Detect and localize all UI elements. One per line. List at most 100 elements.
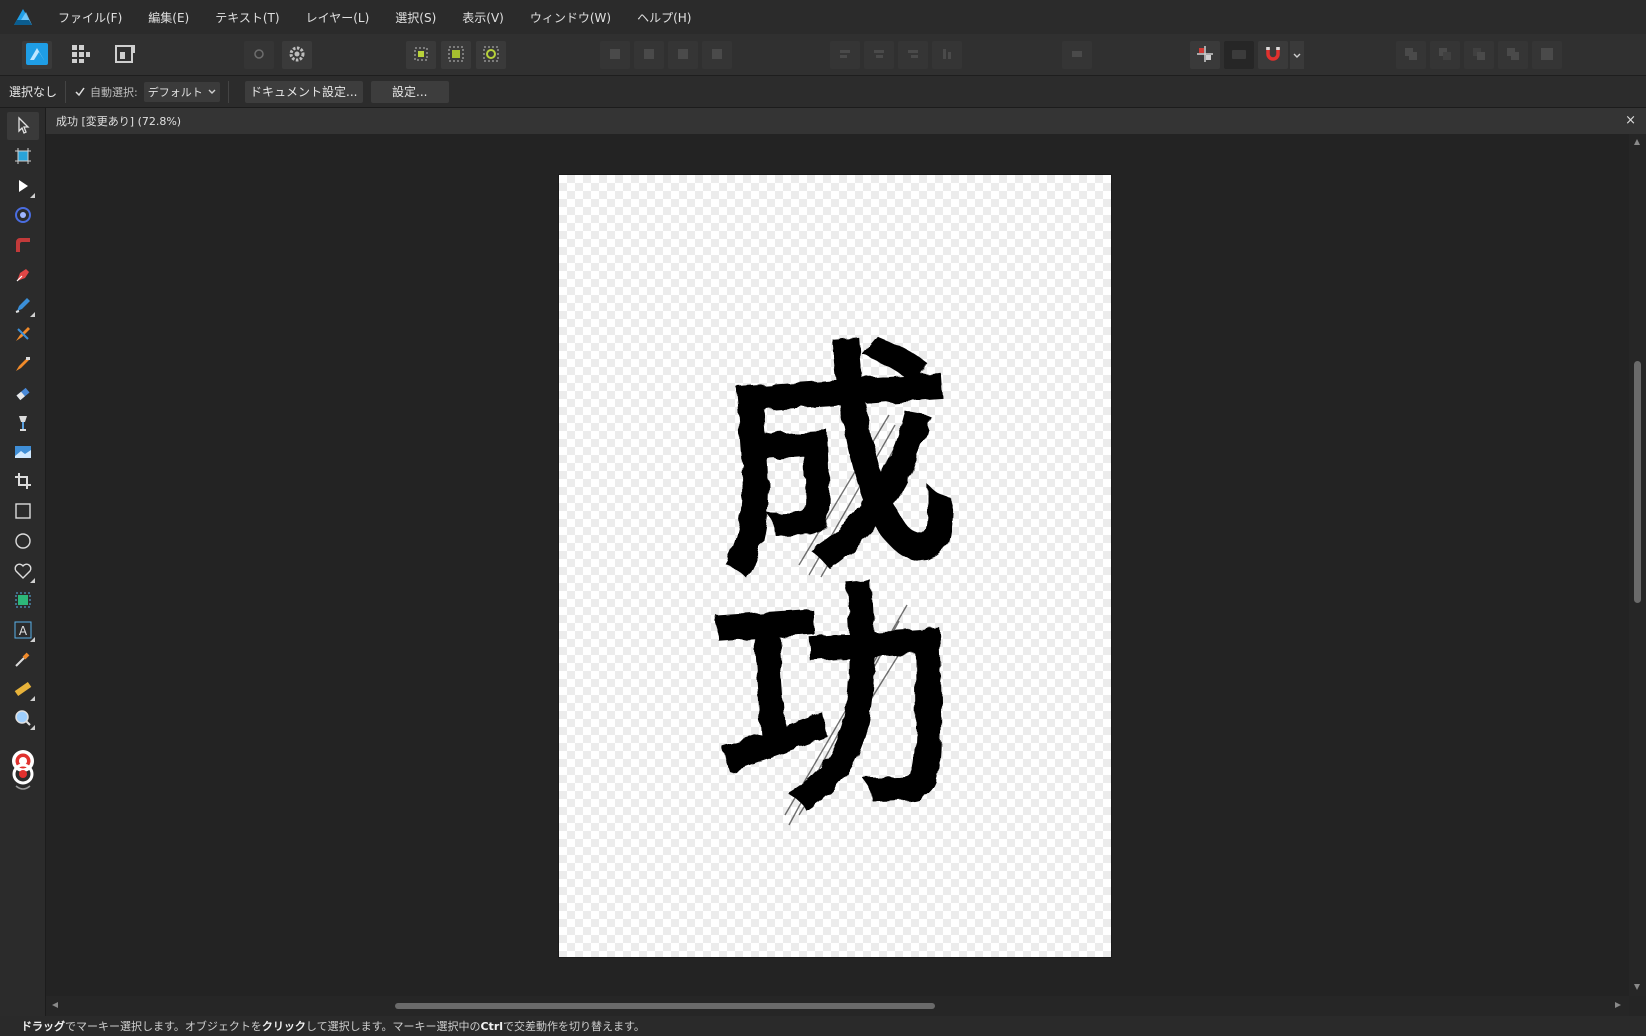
boolean-icon bbox=[1403, 46, 1419, 65]
tools-panel: A bbox=[0, 108, 46, 1016]
distribute-button[interactable] bbox=[1062, 41, 1092, 69]
boolean-xor-button[interactable] bbox=[1498, 41, 1528, 69]
svg-text:A: A bbox=[19, 624, 28, 638]
vector-brush-tool[interactable] bbox=[7, 321, 39, 349]
paint-brush-tool[interactable] bbox=[7, 410, 39, 438]
transform-nodes-button[interactable] bbox=[476, 41, 506, 69]
place-image-tool[interactable] bbox=[7, 439, 39, 467]
crop-tool[interactable] bbox=[7, 468, 39, 496]
status-hint-text-2: して選択します。マーキー選択中の bbox=[305, 1020, 481, 1033]
circle-outline-icon bbox=[253, 48, 265, 63]
close-document-icon[interactable]: × bbox=[1625, 113, 1636, 128]
color-picker-tool[interactable] bbox=[7, 646, 39, 674]
auto-select-checkbox[interactable] bbox=[74, 86, 86, 98]
disabled-tool-1-button[interactable] bbox=[600, 41, 630, 69]
chevron-down-icon bbox=[208, 89, 216, 94]
menu-view[interactable]: 表示(V) bbox=[462, 9, 504, 26]
menu-help[interactable]: ヘルプ(H) bbox=[637, 9, 691, 26]
menu-text[interactable]: テキスト(T) bbox=[215, 9, 279, 26]
boolean-add-button[interactable] bbox=[1396, 41, 1426, 69]
point-transform-tool-icon bbox=[14, 206, 32, 227]
affinity-designer-logo-icon bbox=[12, 6, 34, 28]
zoom-tool[interactable] bbox=[7, 705, 39, 733]
artboard-tool[interactable] bbox=[7, 143, 39, 171]
boolean-divide-button[interactable] bbox=[1532, 41, 1562, 69]
transform-objects-button[interactable] bbox=[406, 41, 436, 69]
place-image-tool-icon bbox=[14, 444, 32, 463]
calligraphy-artwork[interactable]: 成 功 bbox=[559, 175, 1111, 957]
document-artboard[interactable]: 成 功 bbox=[559, 175, 1111, 957]
heart-shape-tool[interactable] bbox=[7, 558, 39, 586]
vector-crop-tool[interactable] bbox=[7, 587, 39, 615]
context-toolbar: 選択なし 自動選択: デフォルト ドキュメント設定... 設定... bbox=[0, 76, 1646, 108]
vertical-scroll-thumb[interactable] bbox=[1634, 360, 1641, 603]
artwork-char-2: 功 bbox=[705, 552, 964, 850]
export-persona-button[interactable] bbox=[110, 41, 140, 69]
scroll-up-icon[interactable] bbox=[1634, 139, 1640, 145]
move-tool-icon bbox=[15, 115, 31, 137]
pen-tool[interactable] bbox=[7, 262, 39, 290]
document-settings-button[interactable]: ドキュメント設定... bbox=[244, 80, 363, 103]
disabled-tool-4-button[interactable] bbox=[702, 41, 732, 69]
magnet-icon bbox=[1264, 45, 1282, 66]
vertical-scrollbar[interactable] bbox=[1629, 134, 1646, 996]
menu-select[interactable]: 選択(S) bbox=[395, 9, 436, 26]
pixel-persona-button[interactable] bbox=[66, 41, 96, 69]
selection-dots-icon bbox=[412, 45, 430, 66]
fill-tool-icon bbox=[14, 355, 32, 376]
pencil-tool[interactable] bbox=[7, 292, 39, 320]
boolean-icon bbox=[1505, 46, 1521, 65]
boolean-intersect-button[interactable] bbox=[1464, 41, 1494, 69]
artistic-text-tool[interactable]: A bbox=[7, 617, 39, 645]
fill-tool[interactable] bbox=[7, 351, 39, 379]
point-transform-tool[interactable] bbox=[7, 202, 39, 230]
settings-gear-button[interactable] bbox=[282, 41, 312, 69]
node-tool[interactable] bbox=[7, 173, 39, 201]
move-tool[interactable] bbox=[7, 112, 39, 140]
export-persona-icon bbox=[114, 43, 136, 68]
crop-tool-icon bbox=[14, 472, 32, 493]
align-bottom-button[interactable] bbox=[932, 41, 962, 69]
align-right-button[interactable] bbox=[898, 41, 928, 69]
rectangle-tool[interactable] bbox=[7, 498, 39, 526]
color-swatches[interactable] bbox=[7, 748, 39, 794]
main-toolbar bbox=[0, 34, 1646, 76]
selection-box-icon bbox=[447, 45, 465, 66]
menu-layer[interactable]: レイヤー(L) bbox=[306, 9, 370, 26]
transform-group-button[interactable] bbox=[441, 41, 471, 69]
align-left-button[interactable] bbox=[830, 41, 860, 69]
chevron-down-icon bbox=[1293, 48, 1301, 62]
document-tab[interactable]: 成功 [変更あり] (72.8%) × bbox=[46, 108, 1646, 134]
menu-window[interactable]: ウィンドウ(W) bbox=[530, 9, 611, 26]
horizontal-scroll-thumb[interactable] bbox=[394, 1003, 935, 1009]
measure-tool[interactable] bbox=[7, 676, 39, 704]
designer-persona-button[interactable] bbox=[22, 41, 52, 69]
snapping-options-dropdown[interactable] bbox=[1290, 41, 1304, 69]
disabled-tool-3-button[interactable] bbox=[668, 41, 698, 69]
scroll-right-icon[interactable] bbox=[1615, 1002, 1621, 1008]
preview-mode-button[interactable] bbox=[1224, 41, 1254, 69]
boolean-subtract-button[interactable] bbox=[1430, 41, 1460, 69]
ellipse-tool[interactable] bbox=[7, 528, 39, 556]
distribute-icon bbox=[1070, 47, 1084, 64]
artboard-tool-icon bbox=[14, 147, 32, 168]
auto-select-label: 自動選択: bbox=[90, 85, 138, 99]
status-hint-drag: ドラッグ bbox=[21, 1020, 65, 1033]
snapping-button[interactable] bbox=[1258, 41, 1288, 69]
settings-button[interactable]: 設定... bbox=[370, 80, 449, 103]
view-mode-button[interactable] bbox=[244, 41, 274, 69]
auto-select-dropdown[interactable]: デフォルト bbox=[143, 81, 220, 102]
menu-edit[interactable]: 編集(E) bbox=[148, 9, 189, 26]
transparency-tool[interactable] bbox=[7, 381, 39, 409]
canvas-workspace[interactable]: 成 功 bbox=[46, 134, 1629, 996]
snap-to-grid-button[interactable] bbox=[1190, 41, 1220, 69]
disabled-tool-2-button[interactable] bbox=[634, 41, 664, 69]
scroll-down-icon[interactable] bbox=[1634, 984, 1640, 990]
align-center-button[interactable] bbox=[864, 41, 894, 69]
horizontal-scrollbar[interactable] bbox=[46, 996, 1629, 1016]
paint-brush-tool-icon bbox=[14, 414, 32, 435]
scroll-left-icon[interactable] bbox=[52, 1002, 58, 1008]
menu-file[interactable]: ファイル(F) bbox=[58, 9, 122, 26]
corner-tool[interactable] bbox=[7, 232, 39, 260]
transparency-tool-icon bbox=[14, 385, 32, 406]
